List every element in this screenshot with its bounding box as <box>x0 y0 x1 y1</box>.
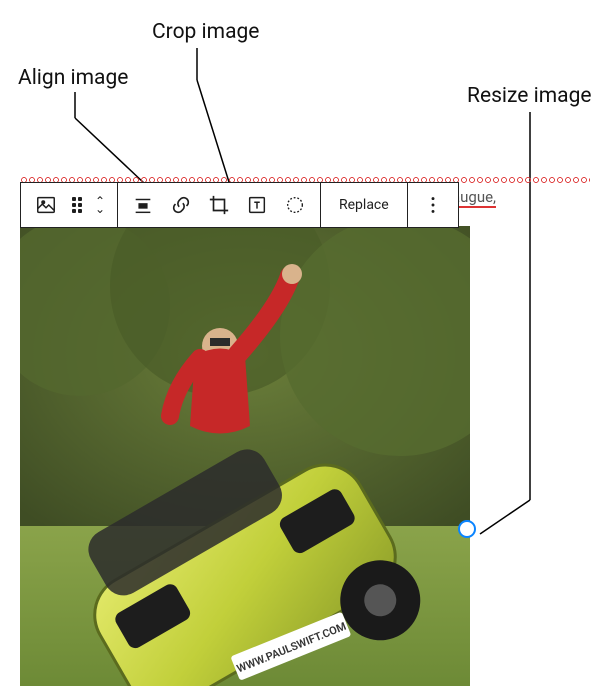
text-overlay-icon <box>246 194 268 216</box>
image-block[interactable]: WWW.PAULSWIFT.COM <box>20 226 470 686</box>
replace-button-label: Replace <box>339 197 389 213</box>
image-block-icon <box>35 194 57 216</box>
block-type-button[interactable] <box>27 183 65 227</box>
resize-handle[interactable] <box>458 520 476 538</box>
drag-handle-icon <box>72 197 82 213</box>
link-button[interactable] <box>162 183 200 227</box>
callout-resize-label: Resize image <box>467 84 592 108</box>
callout-align-label: Align image <box>18 66 128 90</box>
replace-button[interactable]: Replace <box>327 183 401 227</box>
align-center-icon <box>132 194 154 216</box>
image-block-toolbar: ⌃⌄ <box>20 182 459 228</box>
more-options-icon <box>422 194 444 216</box>
duotone-icon <box>284 194 306 216</box>
text-overlay-button[interactable] <box>238 183 276 227</box>
drag-handle[interactable] <box>65 183 89 227</box>
move-up-down-icon: ⌃⌄ <box>95 197 105 213</box>
duotone-button[interactable] <box>276 183 314 227</box>
crop-icon <box>208 194 230 216</box>
more-options-button[interactable] <box>414 183 452 227</box>
move-up-down[interactable]: ⌃⌄ <box>89 183 111 227</box>
crop-button[interactable] <box>200 183 238 227</box>
align-button[interactable] <box>124 183 162 227</box>
image-content: WWW.PAULSWIFT.COM <box>20 226 470 686</box>
callout-crop-label: Crop image <box>152 20 259 44</box>
link-icon <box>170 194 192 216</box>
